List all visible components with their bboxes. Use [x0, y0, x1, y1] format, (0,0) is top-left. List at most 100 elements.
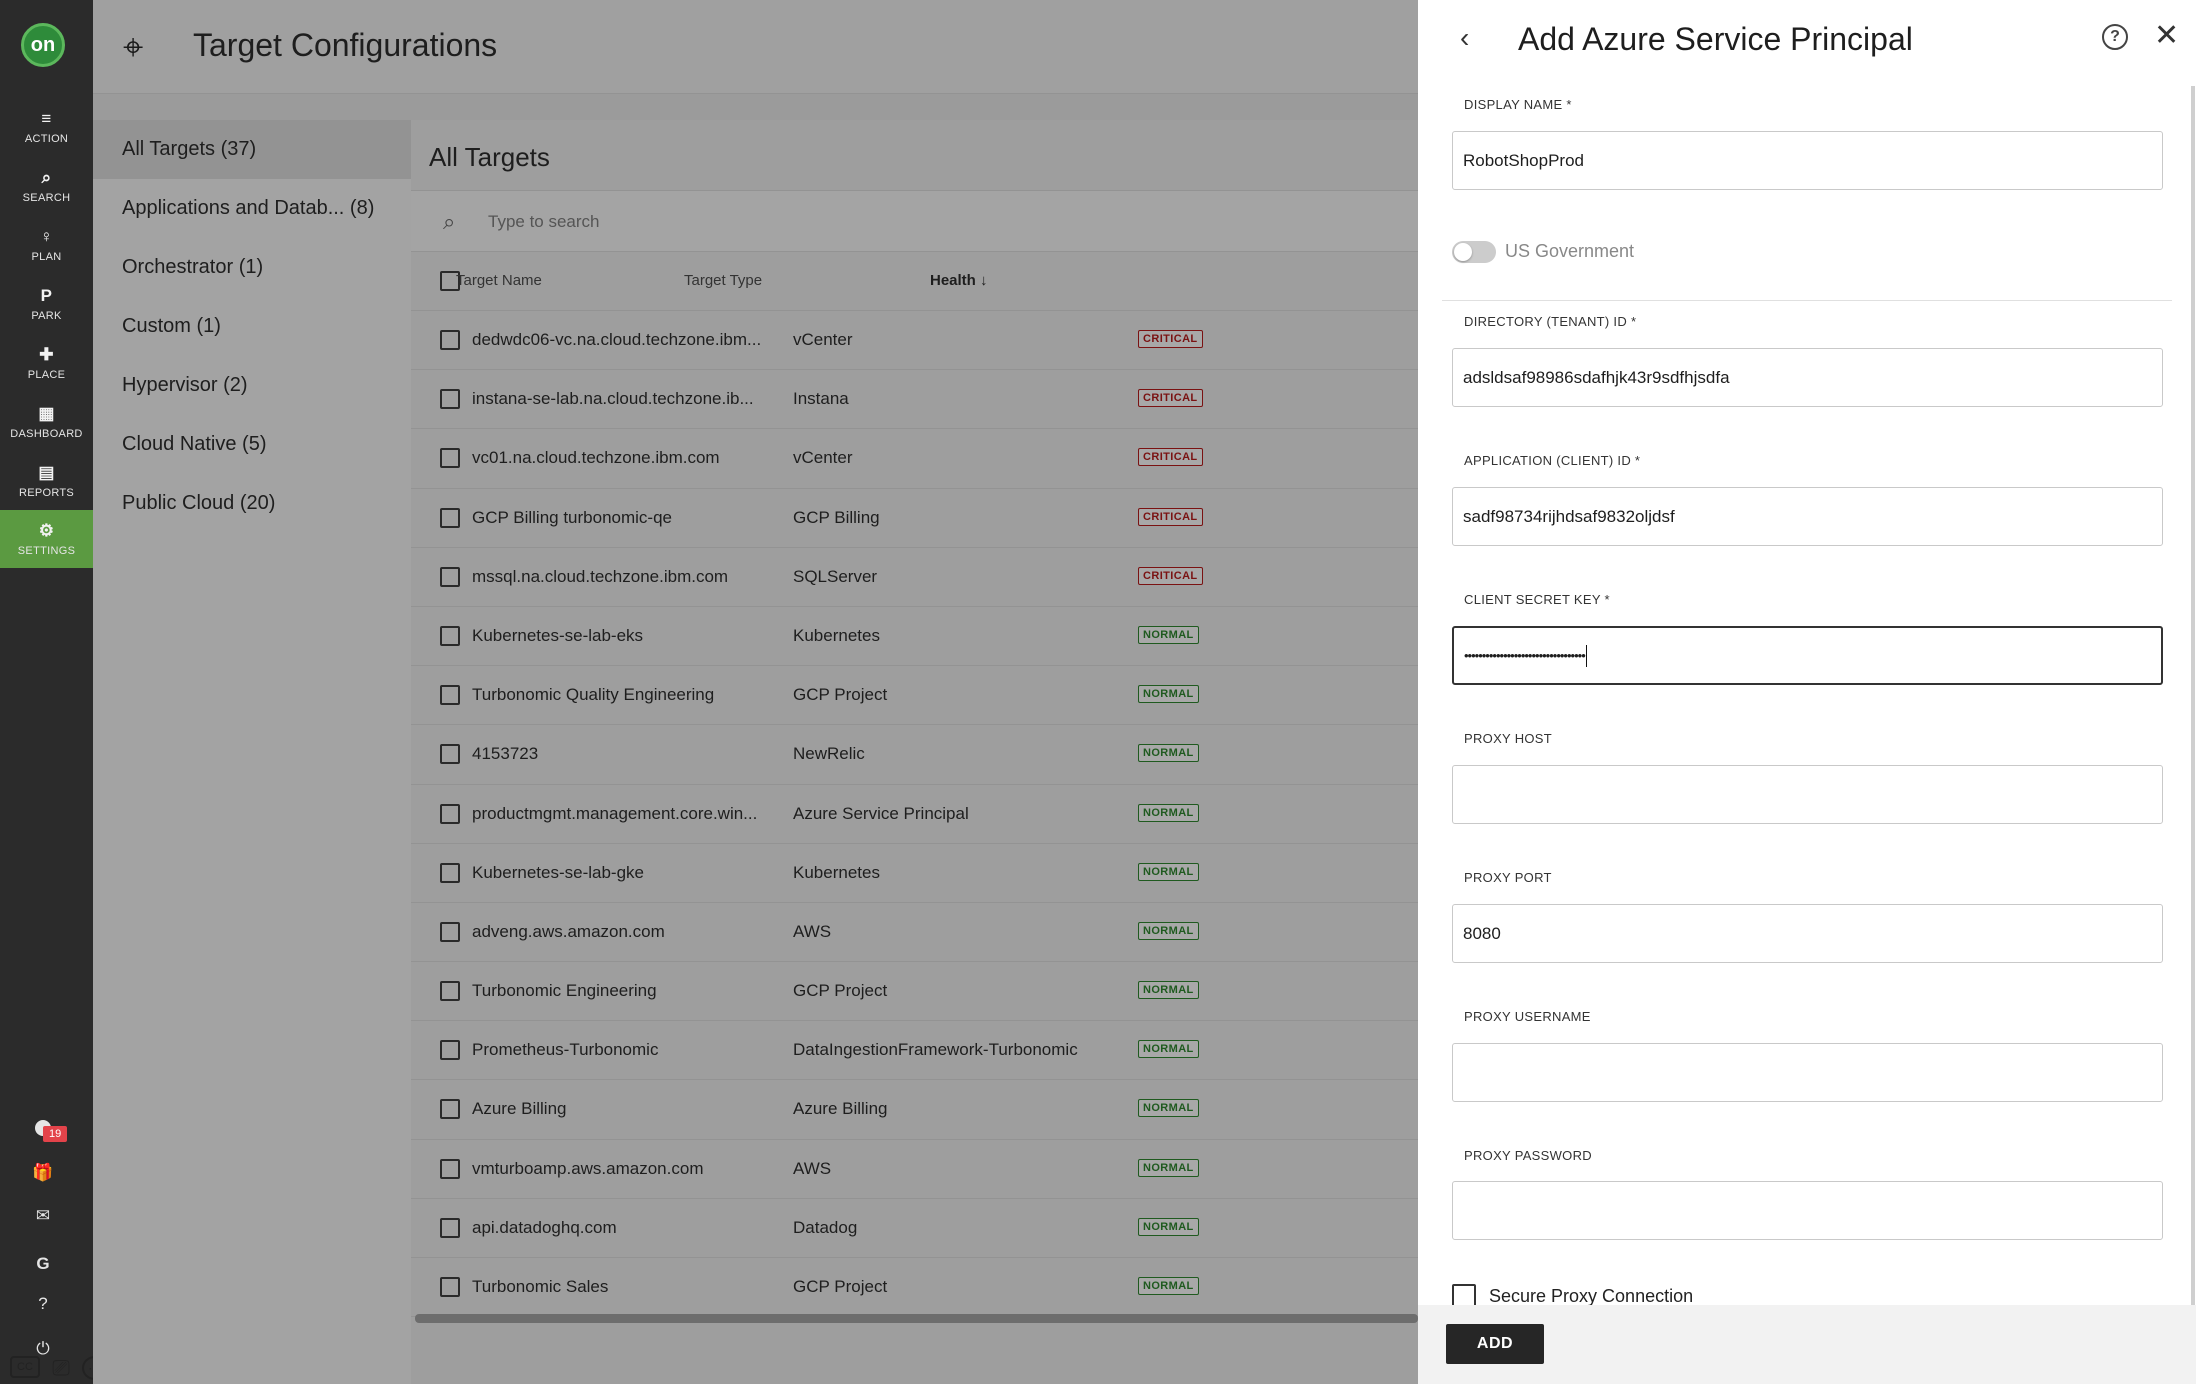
help-icon[interactable]: ?	[30, 1291, 56, 1317]
nav-item-place[interactable]: ✚ PLACE	[0, 334, 93, 392]
proxy-port-field[interactable]: 8080	[1452, 904, 2163, 963]
category-hypervisor[interactable]: Hypervisor (2)	[93, 356, 411, 415]
table-row[interactable]: api.datadoghq.com Datadog NORMAL	[411, 1199, 1418, 1258]
row-checkbox[interactable]	[440, 803, 460, 824]
target-name-cell[interactable]: Turbonomic Engineering	[472, 981, 762, 1001]
target-name-cell[interactable]: dedwdc06-vc.na.cloud.techzone.ibm...	[472, 330, 762, 350]
row-checkbox[interactable]	[440, 981, 460, 1002]
table-row[interactable]: Turbonomic Engineering GCP Project NORMAL	[411, 962, 1418, 1022]
target-name-cell[interactable]: vmturboamp.aws.amazon.com	[472, 1159, 762, 1179]
row-checkbox[interactable]	[440, 862, 460, 883]
row-checkbox[interactable]	[440, 921, 460, 942]
nav-item-settings[interactable]: ⚙ SETTINGS	[0, 510, 93, 568]
target-name-cell[interactable]: productmgmt.management.core.win...	[472, 804, 762, 824]
nav-item-label: SETTINGS	[17, 544, 76, 557]
table-row[interactable]: dedwdc06-vc.na.cloud.techzone.ibm... vCen…	[411, 311, 1418, 371]
table-row[interactable]: Prometheus-Turbonomic DataIngestionFramew…	[411, 1021, 1418, 1081]
client-id-field[interactable]: sadf98734rijhdsaf9832oljdsf	[1452, 487, 2163, 546]
horizontal-scrollbar[interactable]	[415, 1314, 1418, 1323]
proxy-username-field[interactable]	[1452, 1043, 2163, 1102]
target-name-cell[interactable]: Turbonomic Quality Engineering	[472, 685, 762, 705]
table-row[interactable]: adveng.aws.amazon.com AWS NORMAL	[411, 903, 1418, 963]
add-button[interactable]: ADD	[1446, 1324, 1544, 1364]
row-checkbox[interactable]	[440, 685, 460, 706]
column-target-type[interactable]: Target Type	[684, 272, 762, 289]
target-name-cell[interactable]: Azure Billing	[472, 1099, 762, 1119]
target-name-cell[interactable]: vc01.na.cloud.techzone.ibm.com	[472, 448, 762, 468]
row-checkbox[interactable]	[440, 1217, 460, 1238]
target-name-cell[interactable]: Kubernetes-se-lab-gke	[472, 863, 762, 883]
google-icon[interactable]: G	[30, 1251, 56, 1277]
target-name-cell[interactable]: adveng.aws.amazon.com	[472, 922, 762, 942]
target-name-cell[interactable]: Prometheus-Turbonomic	[472, 1040, 762, 1060]
table-row[interactable]: GCP Billing turbonomic-qe GCP Billing CRIT…	[411, 489, 1418, 548]
proxy-password-field[interactable]	[1452, 1181, 2163, 1240]
gift-icon[interactable]: 🎁	[30, 1160, 56, 1186]
target-name-cell[interactable]: Kubernetes-se-lab-eks	[472, 626, 762, 646]
table-row[interactable]: Azure Billing Azure Billing NORMAL	[411, 1080, 1418, 1140]
back-chevron-icon[interactable]: ‹	[1460, 22, 1469, 54]
us-government-toggle[interactable]	[1452, 241, 1496, 263]
target-type-cell: GCP Billing	[793, 507, 880, 527]
captions-icon[interactable]: CC	[10, 1356, 40, 1378]
target-name-cell[interactable]: 4153723	[472, 744, 762, 764]
turbonomic-logo[interactable]: on	[21, 23, 65, 67]
row-checkbox[interactable]	[440, 389, 460, 410]
table-row[interactable]: productmgmt.management.core.win... Azure …	[411, 785, 1418, 844]
client-secret-field[interactable]: ••••••••••••••••••••••••••••••••••	[1452, 626, 2163, 685]
nav-item-park[interactable]: P PARK	[0, 275, 93, 333]
table-row[interactable]: mssql.na.cloud.techzone.ibm.com SQLServer…	[411, 548, 1418, 607]
nav-item-reports[interactable]: ▤ REPORTS	[0, 452, 93, 510]
table-row[interactable]: instana-se-lab.na.cloud.techzone.ib... In…	[411, 370, 1418, 430]
category-public-cloud[interactable]: Public Cloud (20)	[93, 474, 411, 533]
category-all-targets[interactable]: All Targets (37)	[93, 120, 411, 179]
category-orchestrator[interactable]: Orchestrator (1)	[93, 238, 411, 297]
nav-item-label: REPORTS	[18, 486, 75, 499]
row-checkbox[interactable]	[440, 744, 460, 765]
table-row[interactable]: Kubernetes-se-lab-gke Kubernetes NORMAL	[411, 844, 1418, 903]
column-health[interactable]: Health ↓	[930, 272, 988, 289]
nav-item-plan[interactable]: ♀ PLAN	[0, 216, 93, 274]
row-checkbox[interactable]	[440, 1040, 460, 1061]
row-checkbox[interactable]	[440, 625, 460, 646]
category-applications[interactable]: Applications and Datab... (8)	[93, 179, 411, 238]
target-name-cell[interactable]: GCP Billing turbonomic-qe	[472, 508, 762, 528]
drawer-scrollbar[interactable]	[2191, 86, 2195, 1306]
row-checkbox[interactable]	[440, 1099, 460, 1120]
nav-item-label: PARK	[31, 309, 62, 322]
target-search-bar[interactable]: ⌕ Type to search	[411, 190, 1418, 252]
video-icon[interactable]: ⎚	[46, 1355, 76, 1380]
table-row[interactable]: 4153723 NewRelic NORMAL	[411, 725, 1418, 785]
table-row[interactable]: Kubernetes-se-lab-eks Kubernetes NORMAL	[411, 607, 1418, 667]
row-checkbox[interactable]	[440, 448, 460, 469]
secure-proxy-label: Secure Proxy Connection	[1489, 1286, 1694, 1306]
proxy-host-field[interactable]	[1452, 765, 2163, 824]
nav-item-action[interactable]: ≡ ACTION	[0, 98, 93, 156]
row-checkbox[interactable]	[440, 330, 460, 350]
nav-item-search[interactable]: ⌕ SEARCH	[0, 157, 93, 215]
target-name-cell[interactable]: Turbonomic Sales	[472, 1277, 762, 1297]
tenant-id-field[interactable]: adsldsaf98986sdafhjk43r9sdfhjsdfa	[1452, 348, 2163, 407]
targets-table-pane: All Targets ⌕ Type to search Target Name…	[411, 120, 1418, 1384]
column-target-name[interactable]: Target Name	[456, 272, 542, 289]
display-name-field[interactable]: RobotShopProd	[1452, 131, 2163, 190]
row-checkbox[interactable]	[440, 1158, 460, 1179]
search-input[interactable]: Type to search	[488, 212, 600, 232]
table-row[interactable]: vc01.na.cloud.techzone.ibm.com vCenter CRI…	[411, 429, 1418, 489]
close-icon[interactable]: ✕	[2154, 18, 2179, 53]
category-cloud-native[interactable]: Cloud Native (5)	[93, 415, 411, 474]
target-name-cell[interactable]: instana-se-lab.na.cloud.techzone.ib...	[472, 389, 762, 409]
target-name-cell[interactable]: mssql.na.cloud.techzone.ibm.com	[472, 567, 762, 587]
category-custom[interactable]: Custom (1)	[93, 297, 411, 356]
row-checkbox[interactable]	[440, 566, 460, 587]
table-row[interactable]: Turbonomic Quality Engineering GCP Projec…	[411, 666, 1418, 726]
mail-icon[interactable]: ✉	[30, 1203, 56, 1229]
row-checkbox[interactable]	[440, 507, 460, 528]
nav-item-dashboard[interactable]: ▦ DASHBOARD	[0, 393, 93, 451]
table-row[interactable]: vmturboamp.aws.amazon.com AWS NORMAL	[411, 1140, 1418, 1199]
page-title: Target Configurations	[193, 27, 498, 63]
target-name-cell[interactable]: api.datadoghq.com	[472, 1218, 762, 1238]
row-checkbox[interactable]	[440, 1277, 460, 1297]
table-row[interactable]: Turbonomic Sales GCP Project NORMAL	[411, 1258, 1418, 1318]
help-icon[interactable]: ?	[2102, 24, 2128, 50]
